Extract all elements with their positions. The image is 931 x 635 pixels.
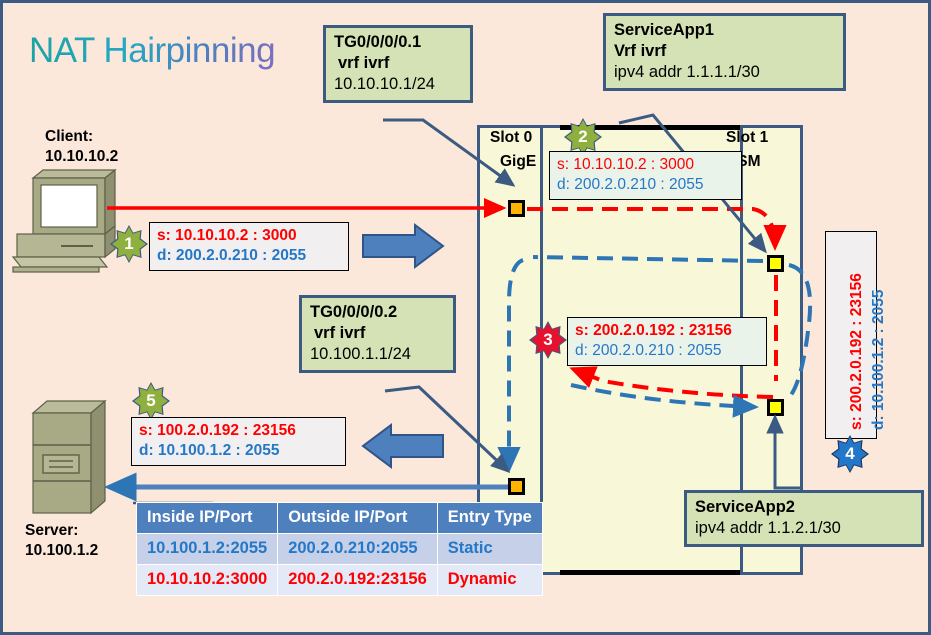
port-ism-slot1-top	[767, 255, 784, 272]
port-ism-slot1-bottom	[767, 399, 784, 416]
tg1-line3: 10.10.10.1/24	[334, 75, 435, 94]
step-badge-4-number: 4	[833, 437, 867, 471]
table-header-outside: Outside IP/Port	[277, 502, 438, 534]
packet-callout-3: s: 200.2.0.192 : 23156 d: 200.2.0.210 : …	[567, 317, 767, 367]
server-label-line2: 10.100.1.2	[25, 541, 99, 559]
tg2-line1: TG0/0/0/0.2	[310, 303, 398, 321]
cell-outside-dynamic: 200.2.0.192:23156	[277, 564, 438, 596]
slot1-label: Slot 1	[726, 129, 769, 146]
block-arrow-right	[362, 223, 445, 269]
packet-callout-5-src: s: 100.2.0.192 : 23156	[139, 422, 296, 439]
packet-callout-2-dst: d: 200.2.0.210 : 2055	[557, 176, 704, 194]
step-badge-5-number: 5	[134, 384, 168, 418]
table-row: 10.10.10.2:3000 200.2.0.192:23156 Dynami…	[135, 564, 543, 596]
sa1-line1: ServiceApp1	[614, 21, 714, 39]
client-label: Client: 10.10.10.2	[45, 127, 118, 167]
packet-callout-5-dst: d: 10.100.1.2 : 2055	[139, 442, 280, 460]
server-label: Server: 10.100.1.2	[25, 521, 98, 561]
tg2-line2: vrf ivrf	[314, 324, 366, 343]
cell-type-dynamic: Dynamic	[436, 564, 543, 596]
sa1-line3: ipv4 addr 1.1.1.1/30	[614, 63, 760, 82]
packet-callout-2: s: 10.10.10.2 : 3000 d: 200.2.0.210 : 20…	[549, 151, 742, 201]
slot0-card-label: GigE	[500, 153, 537, 170]
sa2-line1: ServiceApp2	[695, 498, 795, 516]
table-row: 10.100.1.2:2055 200.2.0.210:2055 Static	[135, 533, 543, 565]
client-label-line2: 10.10.10.2	[45, 147, 119, 165]
sa2-line2: ipv4 addr 1.1.2.1/30	[695, 519, 841, 538]
server-icon	[31, 399, 107, 515]
interface-box-serviceapp1: ServiceApp1 Vrf ivrf ipv4 addr 1.1.1.1/3…	[603, 13, 846, 92]
packet-callout-4: s: 200.2.0.192 : 23156 d: 10.100.1.2 : 2…	[825, 231, 887, 439]
step-badge-2-number: 2	[566, 120, 600, 154]
interface-box-serviceapp2: ServiceApp2 ipv4 addr 1.1.2.1/30	[684, 490, 924, 548]
tg1-line1: TG0/0/0/0.1	[334, 33, 422, 51]
packet-callout-3-dst: d: 200.2.0.210 : 2055	[575, 342, 722, 360]
packet-callout-1: s: 10.10.10.2 : 3000 d: 200.2.0.210 : 20…	[149, 222, 349, 272]
table-header-row: Inside IP/Port Outside IP/Port Entry Typ…	[135, 502, 543, 534]
cell-inside-dynamic: 10.10.10.2:3000	[135, 564, 279, 596]
tg2-line3: 10.100.1.1/24	[310, 345, 411, 364]
sa1-line2: Vrf ivrf	[614, 42, 667, 61]
interface-box-tg0-0-0-0-2: TG0/0/0/0.2 vrf ivrf 10.100.1.1/24	[299, 295, 456, 374]
step-badge-3-number: 3	[531, 323, 565, 357]
cell-inside-static: 10.100.1.2:2055	[135, 533, 279, 565]
step-badge-1: 1	[110, 225, 148, 263]
slot0-label: Slot 0	[490, 129, 533, 146]
cell-outside-static: 200.2.0.210:2055	[277, 533, 438, 565]
packet-callout-5: s: 100.2.0.192 : 23156 d: 10.100.1.2 : 2…	[131, 417, 346, 467]
packet-callout-4-src: s: 200.2.0.192 : 23156	[848, 273, 865, 430]
packet-callout-3-src: s: 200.2.0.192 : 23156	[575, 322, 732, 339]
packet-callout-2-src: s: 10.10.10.2 : 3000	[557, 156, 695, 173]
table-header-inside: Inside IP/Port	[135, 502, 279, 534]
step-badge-4: 4	[831, 435, 869, 473]
interface-box-tg0-0-0-0-1: TG0/0/0/0.1 vrf ivrf 10.10.10.1/24	[323, 25, 473, 104]
packet-callout-4-dst: d: 10.100.1.2 : 2055	[870, 289, 887, 430]
step-badge-5: 5	[132, 382, 170, 420]
nat-translation-table: Inside IP/Port Outside IP/Port Entry Typ…	[135, 502, 543, 596]
cell-type-static: Static	[436, 533, 543, 565]
page-title: NAT Hairpinning	[29, 31, 276, 70]
client-pc-icon	[11, 168, 117, 273]
port-gige-slot0-bottom	[508, 478, 525, 495]
server-label-line1: Server:	[25, 522, 79, 539]
block-arrow-left	[361, 423, 444, 469]
packet-callout-1-src: s: 10.10.10.2 : 3000	[157, 227, 297, 244]
tg1-line2: vrf ivrf	[338, 54, 390, 73]
port-gige-slot0-top	[508, 200, 525, 217]
chassis-cap-bottom	[560, 570, 740, 575]
step-badge-1-number: 1	[112, 227, 146, 261]
packet-callout-1-dst: d: 200.2.0.210 : 2055	[157, 247, 307, 265]
client-label-line1: Client:	[45, 128, 94, 145]
nat-hairpinning-diagram: NAT Hairpinning Slot 0 GigE Slot 1 ISM C…	[0, 0, 931, 635]
table-header-entry-type: Entry Type	[436, 502, 543, 534]
